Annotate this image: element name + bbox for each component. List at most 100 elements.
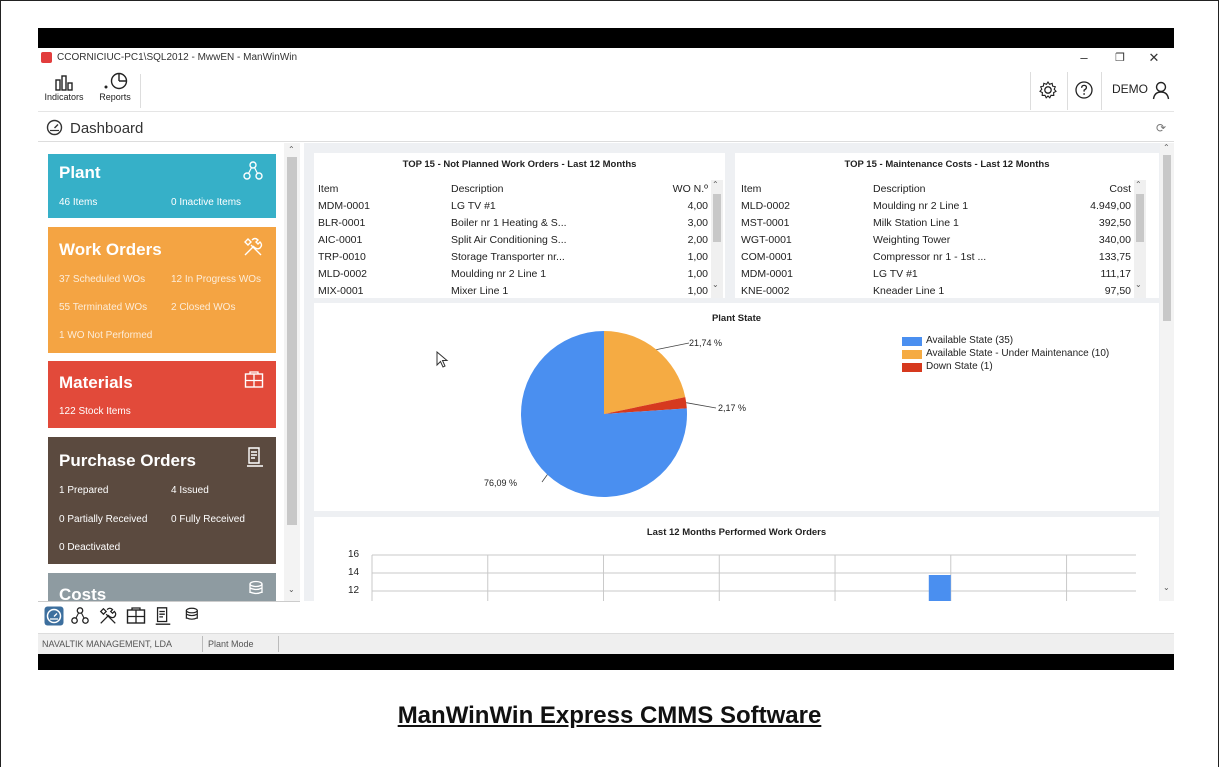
- cell-description: Compressor nr 1 - 1st ...: [873, 250, 987, 263]
- receipt-icon[interactable]: [154, 606, 172, 626]
- stock-box-icon: [244, 371, 264, 388]
- column-header-cost[interactable]: Cost: [1013, 180, 1131, 197]
- table-row[interactable]: MLD-0002 Moulding nr 2 Line 1 4.949,00: [741, 197, 1131, 214]
- plant-tile[interactable]: Plant 46 Items 0 Inactive Items: [48, 154, 276, 218]
- legend-label-available: Available State (35): [926, 335, 1014, 346]
- scrollbar-thumb[interactable]: [713, 194, 721, 242]
- scroll-up-arrow-icon[interactable]: ⌃: [712, 180, 719, 189]
- restore-button[interactable]: ❐: [1102, 48, 1138, 68]
- scroll-down-arrow-icon[interactable]: ⌄: [288, 585, 295, 594]
- reports-icon: [104, 72, 128, 90]
- table-row[interactable]: KNE-0002 Kneader Line 1 97,50: [741, 282, 1131, 298]
- status-separator: [202, 636, 203, 652]
- indicators-icon: [55, 75, 73, 91]
- stock-box-icon[interactable]: [126, 606, 146, 626]
- reports-button[interactable]: Reports: [90, 72, 140, 110]
- table-row[interactable]: WGT-0001 Weighting Tower 340,00: [741, 231, 1131, 248]
- scrollbar-thumb[interactable]: [287, 157, 297, 525]
- column-header-description[interactable]: Description: [451, 180, 601, 197]
- cell-value: 4.949,00: [1090, 199, 1131, 212]
- materials-tile[interactable]: Materials 122 Stock Items: [48, 361, 276, 428]
- legend-label-down: Down State (1): [926, 361, 993, 372]
- cell-description: Kneader Line 1: [873, 284, 945, 297]
- cell-value: 340,00: [1098, 233, 1131, 246]
- indicators-button[interactable]: Indicators: [40, 72, 88, 110]
- wo-terminated: 55 Terminated WOs: [59, 302, 148, 313]
- legend-item-down[interactable]: Down State (1): [902, 361, 1109, 374]
- tools-icon[interactable]: [98, 606, 118, 626]
- scroll-up-arrow-icon[interactable]: ⌃: [1163, 143, 1170, 152]
- table-row[interactable]: COM-0001 Compressor nr 1 - 1st ... 133,75: [741, 248, 1131, 265]
- dashboard-gauge-icon: [46, 119, 63, 136]
- plant-tile-title: Plant: [59, 163, 101, 182]
- scrollbar-thumb[interactable]: [1136, 194, 1144, 242]
- bar[interactable]: [928, 575, 951, 601]
- column-header-description[interactable]: Description: [873, 180, 1013, 197]
- cell-item: MST-0001: [741, 216, 790, 229]
- cell-description: Moulding nr 2 Line 1: [873, 199, 969, 212]
- legend-swatch-available: [902, 337, 922, 346]
- toolbar-separator: [1067, 72, 1068, 110]
- table-row[interactable]: TRP-0010 Storage Transporter nr... 1,00: [318, 248, 708, 265]
- tiles-scrollbar[interactable]: ⌃ ⌄: [284, 143, 300, 601]
- cell-value: 97,50: [1104, 284, 1131, 297]
- cell-item: KNE-0002: [741, 284, 790, 297]
- column-header-wo-number[interactable]: WO N.º: [601, 180, 708, 197]
- dashboard-gauge-icon[interactable]: [44, 606, 64, 626]
- scroll-down-arrow-icon[interactable]: ⌄: [712, 280, 719, 289]
- y-tick-label: 16: [348, 549, 360, 560]
- table-row[interactable]: AIC-0001 Split Air Conditioning S... 2,00: [318, 231, 708, 248]
- user-icon[interactable]: [1152, 80, 1170, 100]
- cell-value: 4,00: [687, 199, 708, 212]
- minimize-button[interactable]: –: [1066, 48, 1102, 68]
- purchase-orders-tile-title: Purchase Orders: [59, 451, 197, 470]
- help-icon[interactable]: [1074, 80, 1094, 100]
- cell-item: BLR-0001: [318, 216, 366, 229]
- top-maintenance-costs-card: TOP 15 - Maintenance Costs - Last 12 Mon…: [735, 153, 1159, 298]
- cell-description: Storage Transporter nr...: [451, 250, 565, 263]
- scroll-down-arrow-icon[interactable]: ⌄: [1163, 583, 1170, 592]
- table-row[interactable]: MST-0001 Milk Station Line 1 392,50: [741, 214, 1131, 231]
- legend-item-maintenance[interactable]: Available State - Under Maintenance (10): [902, 348, 1109, 361]
- legend-swatch-down: [902, 363, 922, 372]
- scroll-down-arrow-icon[interactable]: ⌄: [1135, 280, 1142, 289]
- plant-hierarchy-icon: [243, 161, 263, 180]
- cell-item: TRP-0010: [318, 250, 366, 263]
- cell-description: Split Air Conditioning S...: [451, 233, 567, 246]
- user-name[interactable]: DEMO: [1112, 82, 1148, 96]
- scrollbar-thumb[interactable]: [1163, 155, 1171, 321]
- reports-label: Reports: [99, 92, 131, 102]
- cell-value: 133,75: [1098, 250, 1131, 263]
- scroll-up-arrow-icon[interactable]: ⌃: [288, 145, 295, 154]
- coins-icon[interactable]: [180, 606, 200, 626]
- column-header-item[interactable]: Item: [741, 180, 873, 197]
- table-scrollbar[interactable]: ⌃ ⌄: [1134, 180, 1146, 298]
- status-separator: [278, 636, 279, 652]
- table-scrollbar[interactable]: ⌃ ⌄: [711, 180, 723, 298]
- work-orders-tile[interactable]: Work Orders 37 Scheduled WOs 12 In Progr…: [48, 227, 276, 353]
- close-button[interactable]: ✕: [1136, 48, 1172, 68]
- table-row[interactable]: MDM-0001 LG TV #1 111,17: [741, 265, 1131, 282]
- top-not-planned-wo-title: TOP 15 - Not Planned Work Orders - Last …: [402, 159, 637, 170]
- column-header-item[interactable]: Item: [318, 180, 451, 197]
- costs-tile[interactable]: Costs: [48, 573, 276, 601]
- table-row[interactable]: MLD-0002 Moulding nr 2 Line 1 1,00: [318, 265, 708, 282]
- scroll-up-arrow-icon[interactable]: ⌃: [1135, 180, 1142, 189]
- plant-hierarchy-icon[interactable]: [70, 606, 90, 626]
- cell-value: 2,00: [687, 233, 708, 246]
- settings-gear-icon[interactable]: [1038, 80, 1058, 100]
- table-row[interactable]: MIX-0001 Mixer Line 1 1,00: [318, 282, 708, 298]
- dashboard-scrollbar[interactable]: ⌃ ⌄: [1160, 143, 1174, 601]
- cell-description: Mixer Line 1: [451, 284, 509, 297]
- table-row[interactable]: BLR-0001 Boiler nr 1 Heating & S... 3,00: [318, 214, 708, 231]
- plant-state-chart-card: Plant State 76,09 % 21,74 % 2,17 % Avail…: [314, 303, 1159, 511]
- materials-tile-title: Materials: [59, 373, 133, 392]
- refresh-icon[interactable]: ⟳: [1156, 121, 1166, 135]
- wo-not-performed: 1 WO Not Performed: [59, 330, 153, 341]
- purchase-orders-tile[interactable]: Purchase Orders 1 Prepared 4 Issued 0 Pa…: [48, 437, 276, 564]
- cell-item: MLD-0002: [741, 199, 791, 212]
- indicators-label: Indicators: [44, 92, 84, 102]
- dashboard-title: Dashboard: [70, 120, 144, 137]
- legend-item-available[interactable]: Available State (35): [902, 335, 1109, 348]
- table-row[interactable]: MDM-0001 LG TV #1 4,00: [318, 197, 708, 214]
